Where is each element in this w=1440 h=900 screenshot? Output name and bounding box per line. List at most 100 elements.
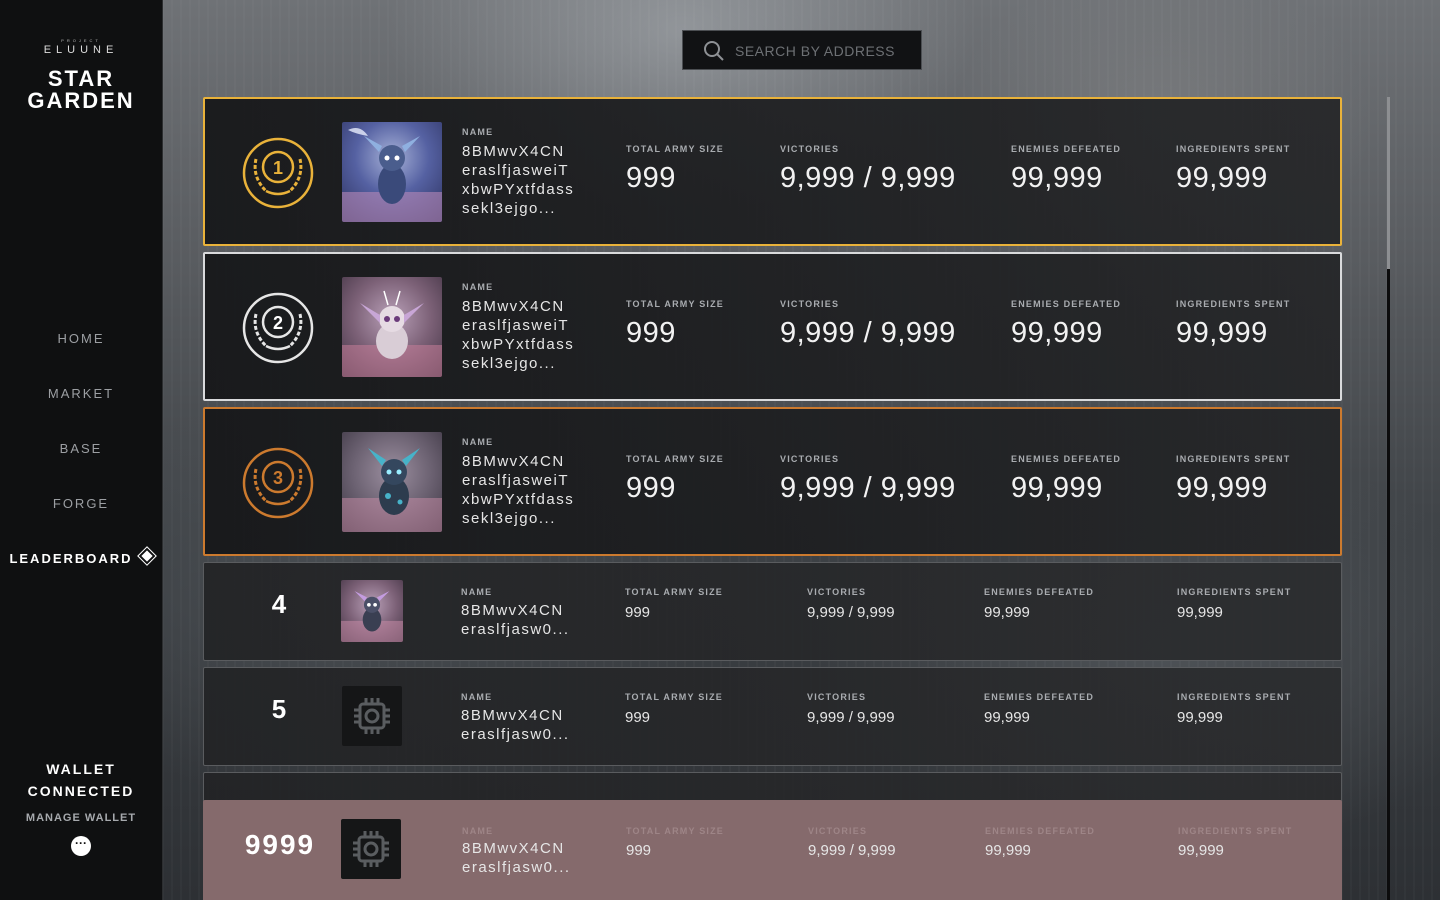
army-value: 999 [626, 842, 652, 859]
creature-small-icon [341, 591, 403, 642]
main-nav: HOME MARKET BASE FORGE LEADERBOARD [0, 318, 162, 593]
leaderboard-scrollbar[interactable] [1387, 97, 1390, 900]
creature-avatar[interactable] [341, 580, 403, 642]
leaderboard-row-1[interactable]: 1 NAME 8BMwvX4CN eraslfjasweiT xbwPYxtfd… [203, 97, 1342, 246]
player-address[interactable]: 8BMwvX4CN eraslfjasweiT xbwPYxtfdass sek… [462, 142, 574, 218]
victories-label: VICTORIES [780, 299, 840, 309]
player-address[interactable]: 8BMwvX4CN eraslfjasw0... [461, 706, 570, 744]
enemies-value: 99,999 [984, 604, 1030, 621]
placeholder-avatar[interactable] [342, 686, 402, 746]
search-icon [704, 41, 724, 61]
enemies-value: 99,999 [985, 842, 1031, 859]
logo-superscript: PROJECT [61, 38, 101, 43]
nav-forge[interactable]: FORGE [0, 483, 162, 538]
current-user-rank: 9999 [244, 829, 316, 860]
army-label: TOTAL ARMY SIZE [625, 692, 724, 702]
player-address[interactable]: 8BMwvX4CN eraslfjasweiT xbwPYxtfdass sek… [462, 452, 574, 528]
army-label: TOTAL ARMY SIZE [626, 826, 725, 836]
rank-number: 4 [271, 589, 287, 619]
enemies-label: ENEMIES DEFEATED [1011, 144, 1122, 154]
nav-leaderboard[interactable]: LEADERBOARD [0, 538, 162, 593]
victories-value: 9,999 / 9,999 [808, 842, 896, 859]
nav-base[interactable]: BASE [0, 428, 162, 483]
victories-value: 9,999 / 9,999 [780, 317, 956, 349]
army-value: 999 [625, 709, 651, 726]
search-box [682, 30, 922, 71]
address-line: xbwPYxtfdass [462, 491, 575, 508]
gold-laurel-medal-icon: 1 [242, 137, 314, 209]
name-label: NAME [461, 587, 493, 597]
address-line: eraslfjasw0... [461, 621, 570, 638]
ingredients-label: INGREDIENTS SPENT [1177, 587, 1292, 597]
address-line: xbwPYxtfdass [462, 336, 575, 353]
chip-icon [353, 831, 389, 867]
creature-avatar[interactable] [342, 122, 442, 222]
logo-title-line2: GARDEN [27, 88, 135, 113]
victories-label: VICTORIES [780, 144, 840, 154]
wallet-status-line1: WALLET [46, 761, 116, 777]
victories-value: 9,999 / 9,999 [807, 709, 895, 726]
manage-wallet-link[interactable]: MANAGE WALLET [0, 812, 162, 824]
bronze-laurel-medal-icon: 3 [242, 447, 314, 519]
leaderboard-row-4[interactable]: 4 NAME 8BMwvX4CN eraslfjasw0... TOTAL AR… [203, 562, 1342, 661]
creature-teal-icon [342, 448, 442, 532]
sidebar: PROJECT ELUUNE STAR GARDEN HOME MARKET B… [0, 0, 163, 900]
nav-market[interactable]: MARKET [0, 373, 162, 428]
victories-label: VICTORIES [807, 587, 867, 597]
address-line: 8BMwvX4CN [462, 298, 565, 315]
army-value: 999 [626, 162, 676, 194]
ingredients-label: INGREDIENTS SPENT [1177, 692, 1292, 702]
victories-value: 9,999 / 9,999 [780, 472, 956, 504]
active-diamond-icon [136, 546, 157, 566]
leaderboard-row-2[interactable]: 2 NAME 8BMwvX4CN eraslfjasweiT xbwPYxtfd… [203, 252, 1342, 401]
leaderboard-row-3[interactable]: 3 NAME 8BMwvX4CN eraslfjasweiT xbwPYxtfd… [203, 407, 1342, 556]
scrollbar-thumb[interactable] [1387, 97, 1390, 269]
enemies-value: 99,999 [1011, 317, 1103, 349]
name-label: NAME [462, 127, 494, 137]
creature-avatar[interactable] [342, 277, 442, 377]
ingredients-value: 99,999 [1177, 604, 1223, 621]
nav-leaderboard-label: LEADERBOARD [9, 551, 133, 566]
star-garden-logo[interactable]: PROJECT ELUUNE STAR GARDEN [0, 38, 162, 112]
wallet-status-line2: CONNECTED [27, 783, 135, 799]
address-line: eraslfjasweiT [462, 317, 570, 334]
army-label: TOTAL ARMY SIZE [626, 299, 725, 309]
medal-rank-3: 3 [273, 468, 283, 488]
more-options-icon[interactable]: ··· [71, 836, 91, 856]
enemies-label: ENEMIES DEFEATED [985, 826, 1096, 836]
address-line: 8BMwvX4CN [461, 707, 564, 724]
army-label: TOTAL ARMY SIZE [625, 587, 724, 597]
player-address[interactable]: 8BMwvX4CN eraslfjasw0... [462, 839, 571, 877]
enemies-value: 99,999 [1011, 472, 1103, 504]
silver-laurel-medal-icon: 2 [242, 292, 314, 364]
enemies-label: ENEMIES DEFEATED [1011, 454, 1122, 464]
address-line: sekl3ejgo... [462, 355, 556, 372]
player-address[interactable]: 8BMwvX4CN eraslfjasweiT xbwPYxtfdass sek… [462, 297, 574, 373]
name-label: NAME [462, 437, 494, 447]
enemies-label: ENEMIES DEFEATED [984, 587, 1095, 597]
ingredients-label: INGREDIENTS SPENT [1176, 454, 1291, 464]
address-line: eraslfjasweiT [462, 162, 570, 179]
player-address[interactable]: 8BMwvX4CN eraslfjasw0... [461, 601, 570, 639]
victories-label: VICTORIES [808, 826, 868, 836]
ingredients-label: INGREDIENTS SPENT [1176, 144, 1291, 154]
placeholder-avatar[interactable] [341, 819, 401, 879]
army-value: 999 [626, 472, 676, 504]
medal-rank-1: 1 [273, 158, 283, 178]
nav-home[interactable]: HOME [0, 318, 162, 373]
name-label: NAME [462, 282, 494, 292]
address-line: eraslfjasw0... [461, 726, 570, 743]
medal-rank-2: 2 [273, 313, 283, 333]
current-user-row[interactable]: 9999 NAME 8BMwvX4CN eraslfjasw0... TOTAL… [203, 800, 1342, 900]
creature-blue-icon [342, 128, 442, 222]
army-label: TOTAL ARMY SIZE [626, 144, 725, 154]
search-input[interactable] [733, 31, 917, 71]
army-value: 999 [625, 604, 651, 621]
chip-icon [354, 698, 390, 734]
creature-avatar[interactable] [342, 432, 442, 532]
ingredients-value: 99,999 [1178, 842, 1224, 859]
address-line: 8BMwvX4CN [462, 453, 565, 470]
leaderboard-row-5[interactable]: 5 NAME 8BMwvX4CN eraslfjasw0... TOTAL AR… [203, 667, 1342, 766]
rank-number: 5 [271, 694, 287, 724]
address-line: sekl3ejgo... [462, 510, 556, 527]
